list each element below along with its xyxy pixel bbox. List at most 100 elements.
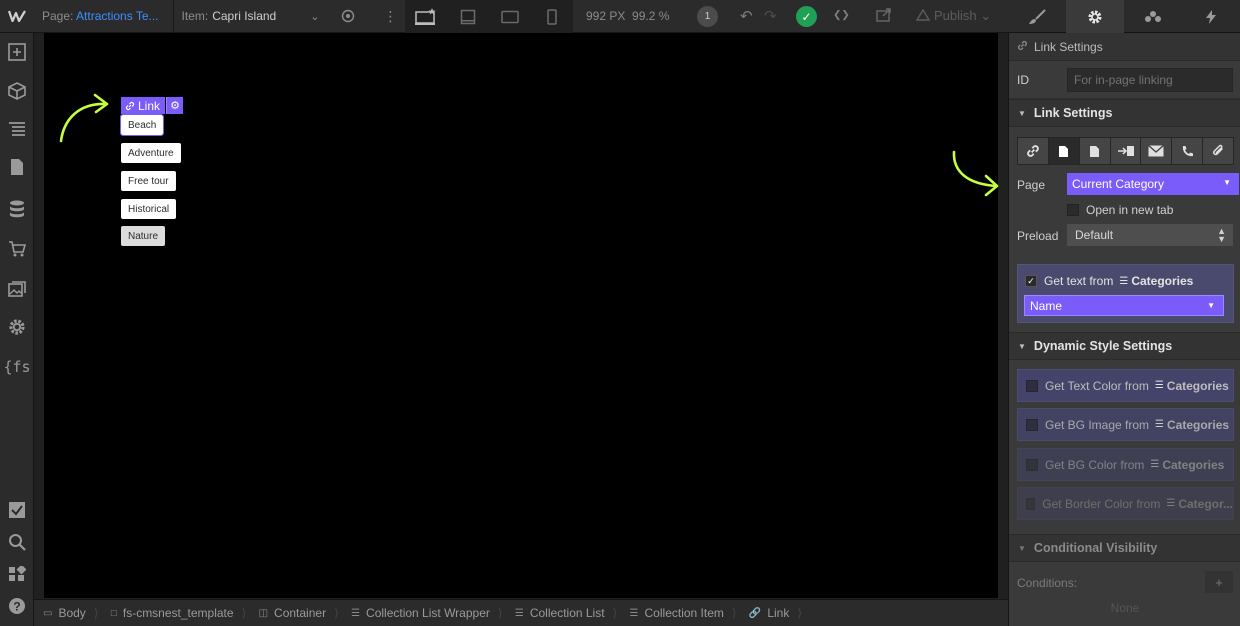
redo-icon[interactable]: ↷ — [764, 7, 777, 25]
undo-icon[interactable]: ↶ — [740, 7, 753, 25]
add-condition-plus-icon[interactable]: + — [1205, 571, 1233, 593]
left-toolbar: {fs ? — [0, 33, 34, 626]
mobile-icon[interactable] — [531, 0, 573, 33]
panel-tabs — [1008, 0, 1240, 33]
category-chip[interactable]: Historical — [121, 199, 177, 219]
selected-label-text: Link — [138, 98, 161, 113]
dynamic-style-checkbox[interactable] — [1026, 458, 1038, 471]
dynamic-style-option[interactable]: Get BG Image from ☰ Categories — [1017, 408, 1234, 441]
page-select[interactable]: Current Category ▼ — [1067, 173, 1239, 195]
dynamic-style-option[interactable]: Get Border Color from ☰ Categor... — [1017, 487, 1234, 520]
dynamic-style-option[interactable]: Get Text Color from ☰ Categories — [1017, 369, 1234, 402]
help-question-icon[interactable]: ? — [0, 592, 34, 620]
dynamic-style-source: Categor... — [1178, 496, 1233, 511]
cms-database-icon[interactable] — [0, 195, 34, 223]
dynamic-style-source: Categories — [1167, 417, 1230, 432]
style-brush-icon[interactable] — [1008, 0, 1066, 33]
add-panel-icon[interactable] — [0, 38, 34, 66]
element-settings-gear-icon[interactable]: ⚙ — [166, 97, 184, 114]
attachment-paperclip-icon[interactable] — [1203, 138, 1234, 164]
breadcrumb-item-body[interactable]: ▭ Body — [34, 600, 94, 626]
search-icon[interactable] — [0, 528, 34, 556]
breadcrumb-item-link[interactable]: 🔗 Link — [740, 600, 797, 626]
get-text-option[interactable]: ✓ Get text from ☰ Categories — [1025, 274, 1193, 288]
conditions-empty-text: None — [1110, 601, 1140, 615]
dynamic-style-checkbox[interactable] — [1026, 418, 1038, 431]
design-canvas[interactable] — [44, 33, 998, 598]
settings-gear-icon[interactable] — [1066, 0, 1124, 33]
breadcrumb-label: Collection List Wrapper — [366, 606, 490, 620]
dynamic-style-section-title[interactable]: ▼ Dynamic Style Settings — [1009, 332, 1240, 360]
breadcrumb-item-collection-list[interactable]: ☰ Collection List — [506, 600, 613, 626]
chevron-down-icon[interactable]: ⌄ — [310, 10, 319, 23]
selected-element-label[interactable]: Link ⚙ — [121, 97, 184, 114]
share-icon[interactable] — [876, 7, 892, 25]
selected-link-tag[interactable]: Link — [121, 97, 166, 114]
collaborators-badge[interactable]: 1 — [697, 6, 718, 27]
up-down-arrows-icon: ▲ ▼ — [1217, 226, 1226, 244]
dynamic-style-checkbox[interactable] — [1026, 497, 1036, 510]
conditional-visibility-section-title[interactable]: ▼ Conditional Visibility — [1009, 534, 1240, 562]
id-input[interactable]: For in-page linking — [1067, 68, 1233, 92]
publish-label: Publish — [934, 8, 977, 23]
code-export-icon[interactable]: ❮❯ — [833, 7, 850, 23]
finsweet-extension-icon[interactable]: {fs — [0, 353, 34, 381]
navigator-icon[interactable] — [0, 115, 34, 143]
tasks-checkbox-icon[interactable] — [0, 496, 34, 524]
desktop-star-icon[interactable] — [405, 0, 447, 33]
page-link-icon[interactable] — [1048, 138, 1080, 164]
caret-down-icon: ▼ — [1223, 178, 1231, 187]
tablet-icon[interactable] — [489, 0, 531, 33]
category-chip[interactable]: Beach — [119, 114, 165, 136]
dynamic-style-label: Get BG Color from — [1045, 457, 1145, 472]
open-new-tab-label: Open in new tab — [1086, 203, 1174, 217]
interactions-drops-icon[interactable] — [1124, 0, 1182, 33]
page-name: Attractions Te... — [76, 9, 159, 23]
open-new-tab-option[interactable]: Open in new tab — [1067, 203, 1173, 217]
dynamic-style-option[interactable]: Get BG Color from ☰ Categories — [1017, 448, 1234, 481]
desktop-icon[interactable] — [447, 0, 489, 33]
page-selector[interactable]: Page: Attractions Te... — [42, 9, 159, 23]
zoom-level: 99.2 % — [632, 9, 670, 23]
divider — [172, 0, 174, 33]
category-chip[interactable]: Adventure — [121, 143, 181, 163]
annotation-arrow-left — [59, 93, 109, 143]
dynamic-style-checkbox[interactable] — [1026, 379, 1038, 392]
category-chip[interactable]: Nature — [121, 226, 166, 246]
link-settings-section-title[interactable]: ▼ Link Settings — [1009, 99, 1240, 127]
page-section-icon[interactable] — [1110, 138, 1142, 164]
breadcrumb-item-collection-item[interactable]: ☰ Collection Item — [621, 600, 732, 626]
components-cube-icon[interactable] — [0, 77, 34, 105]
preview-eye-icon[interactable] — [341, 9, 355, 23]
breadcrumb-label: Container — [274, 606, 327, 620]
page-label: Page — [1017, 178, 1046, 192]
ecommerce-cart-icon[interactable] — [0, 235, 34, 263]
open-new-tab-checkbox[interactable] — [1067, 204, 1079, 216]
breadcrumb-item-container[interactable]: ◫ Container — [250, 600, 334, 626]
collection-icon: ☰ — [1154, 380, 1164, 391]
publish-button[interactable]: Publish ⌄ — [915, 8, 991, 24]
breadcrumb-item-collection-list-wrapper[interactable]: ☰ Collection List Wrapper — [342, 600, 498, 626]
category-chip[interactable]: Free tour — [121, 171, 176, 191]
field-select[interactable]: Name ▼ — [1024, 295, 1224, 316]
url-link-icon[interactable] — [1018, 138, 1049, 164]
phone-icon[interactable] — [1172, 138, 1204, 164]
canvas-size-readout: 992 PX 99.2 % — [586, 9, 669, 23]
more-vertical-icon[interactable]: ⋮ — [383, 8, 397, 25]
preload-select-value: Default — [1075, 228, 1114, 242]
item-selector[interactable]: Item: Capri Island — [182, 9, 277, 23]
settings-gear-icon[interactable] — [0, 313, 34, 341]
collection-page-icon[interactable] — [1079, 138, 1111, 164]
id-label: ID — [1017, 72, 1029, 87]
lightning-icon[interactable] — [1182, 0, 1240, 33]
get-text-checkbox[interactable]: ✓ — [1025, 275, 1037, 287]
email-icon[interactable] — [1141, 138, 1173, 164]
assets-images-icon[interactable] — [0, 275, 34, 303]
caret-down-icon: ▼ — [1207, 301, 1215, 310]
breadcrumb-item-template[interactable]: □ fs-cmsnest_template — [102, 600, 242, 626]
annotation-arrow-right — [952, 150, 999, 197]
apps-icon[interactable] — [0, 560, 34, 588]
webflow-logo-icon[interactable] — [0, 0, 34, 33]
preload-select[interactable]: Default ▲ ▼ — [1067, 224, 1233, 246]
pages-icon[interactable] — [0, 153, 34, 181]
